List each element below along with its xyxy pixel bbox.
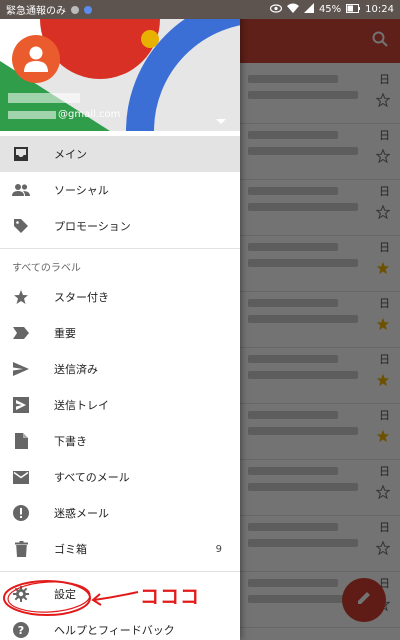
- drawer-item-sent[interactable]: 送信済み: [0, 351, 240, 387]
- wifi-icon: [286, 3, 299, 16]
- divider: [0, 571, 240, 572]
- person-icon: [24, 46, 48, 72]
- battery-percent: 45%: [318, 4, 342, 15]
- divider: [0, 248, 240, 249]
- important-icon: [12, 324, 30, 342]
- drawer-item-label: プロモーション: [54, 220, 131, 233]
- drawer-item-label: ヘルプとフィードバック: [54, 624, 175, 637]
- email-suffix: @gmail.com: [58, 109, 121, 120]
- account-header: @gmail.com: [0, 19, 240, 131]
- spam-icon: [12, 504, 30, 522]
- drawer-item-label: 下書き: [54, 435, 87, 448]
- drawer-item-label: すべてのメール: [54, 471, 130, 484]
- trash-count-badge: 9: [215, 543, 222, 555]
- drawer-item-label: メイン: [54, 148, 87, 161]
- drawer-item-spam[interactable]: 迷惑メール: [0, 495, 240, 531]
- account-name-redacted: [8, 93, 80, 103]
- emergency-calls-label: 緊急通報のみ: [6, 6, 66, 17]
- drawer-item-label: 重要: [54, 327, 76, 340]
- drawer-item-starred[interactable]: スター付き: [0, 279, 240, 315]
- account-email: @gmail.com: [8, 109, 120, 120]
- annotation-note: コココ: [140, 586, 201, 608]
- account-avatar[interactable]: [12, 35, 60, 83]
- battery-icon: [346, 3, 361, 16]
- email-redacted: [8, 110, 56, 119]
- outbox-icon: [12, 396, 30, 414]
- svg-text:?: ?: [18, 624, 24, 637]
- people-icon: [12, 181, 30, 199]
- trash-icon: [12, 540, 30, 558]
- drawer-item-label: 設定: [54, 588, 76, 601]
- draft-icon: [12, 432, 30, 450]
- drawer-item-drafts[interactable]: 下書き: [0, 423, 240, 459]
- send-icon: [12, 360, 30, 378]
- app-notification-icon: [84, 5, 92, 14]
- drawer-item-social[interactable]: ソーシャル: [0, 172, 240, 208]
- status-bar: 緊急通報のみ 45% 10:24: [0, 0, 400, 19]
- drawer-item-settings[interactable]: 設定: [0, 576, 240, 612]
- drawer-item-label: 送信済み: [54, 363, 98, 376]
- drawer-item-trash[interactable]: ゴミ箱 9: [0, 531, 240, 567]
- eye-comfort-icon: [269, 3, 283, 16]
- drawer-menu: メイン ソーシャル プロモーション すべてのラベル スター付き 重要 送信済み …: [0, 136, 240, 640]
- drawer-item-important[interactable]: 重要: [0, 315, 240, 351]
- drawer-item-promotions[interactable]: プロモーション: [0, 208, 240, 244]
- clock: 10:24: [365, 4, 394, 15]
- signal-icon: [303, 3, 314, 16]
- tag-icon: [12, 217, 30, 235]
- navigation-drawer: @gmail.com メイン ソーシャル プロモーション すべてのラベル スター…: [0, 0, 240, 640]
- help-icon: ?: [12, 621, 30, 639]
- drawer-item-label: スター付き: [54, 291, 109, 304]
- all-mail-icon: [12, 468, 30, 486]
- star-icon: [12, 288, 30, 306]
- drawer-item-label: 迷惑メール: [54, 507, 109, 520]
- drawer-item-all-mail[interactable]: すべてのメール: [0, 459, 240, 495]
- drawer-item-help[interactable]: ? ヘルプとフィードバック: [0, 612, 240, 640]
- inbox-icon: [12, 145, 30, 163]
- drawer-item-primary[interactable]: メイン: [0, 136, 240, 172]
- drawer-item-label: 送信トレイ: [54, 399, 109, 412]
- gear-icon: [12, 585, 30, 603]
- drawer-item-label: ソーシャル: [54, 184, 109, 197]
- drawer-item-label: ゴミ箱: [54, 543, 87, 556]
- notification-dot-icon: [71, 5, 79, 14]
- all-labels-heading: すべてのラベル: [12, 262, 81, 274]
- account-switcher-arrow-icon[interactable]: [216, 119, 226, 124]
- drawer-item-outbox[interactable]: 送信トレイ: [0, 387, 240, 423]
